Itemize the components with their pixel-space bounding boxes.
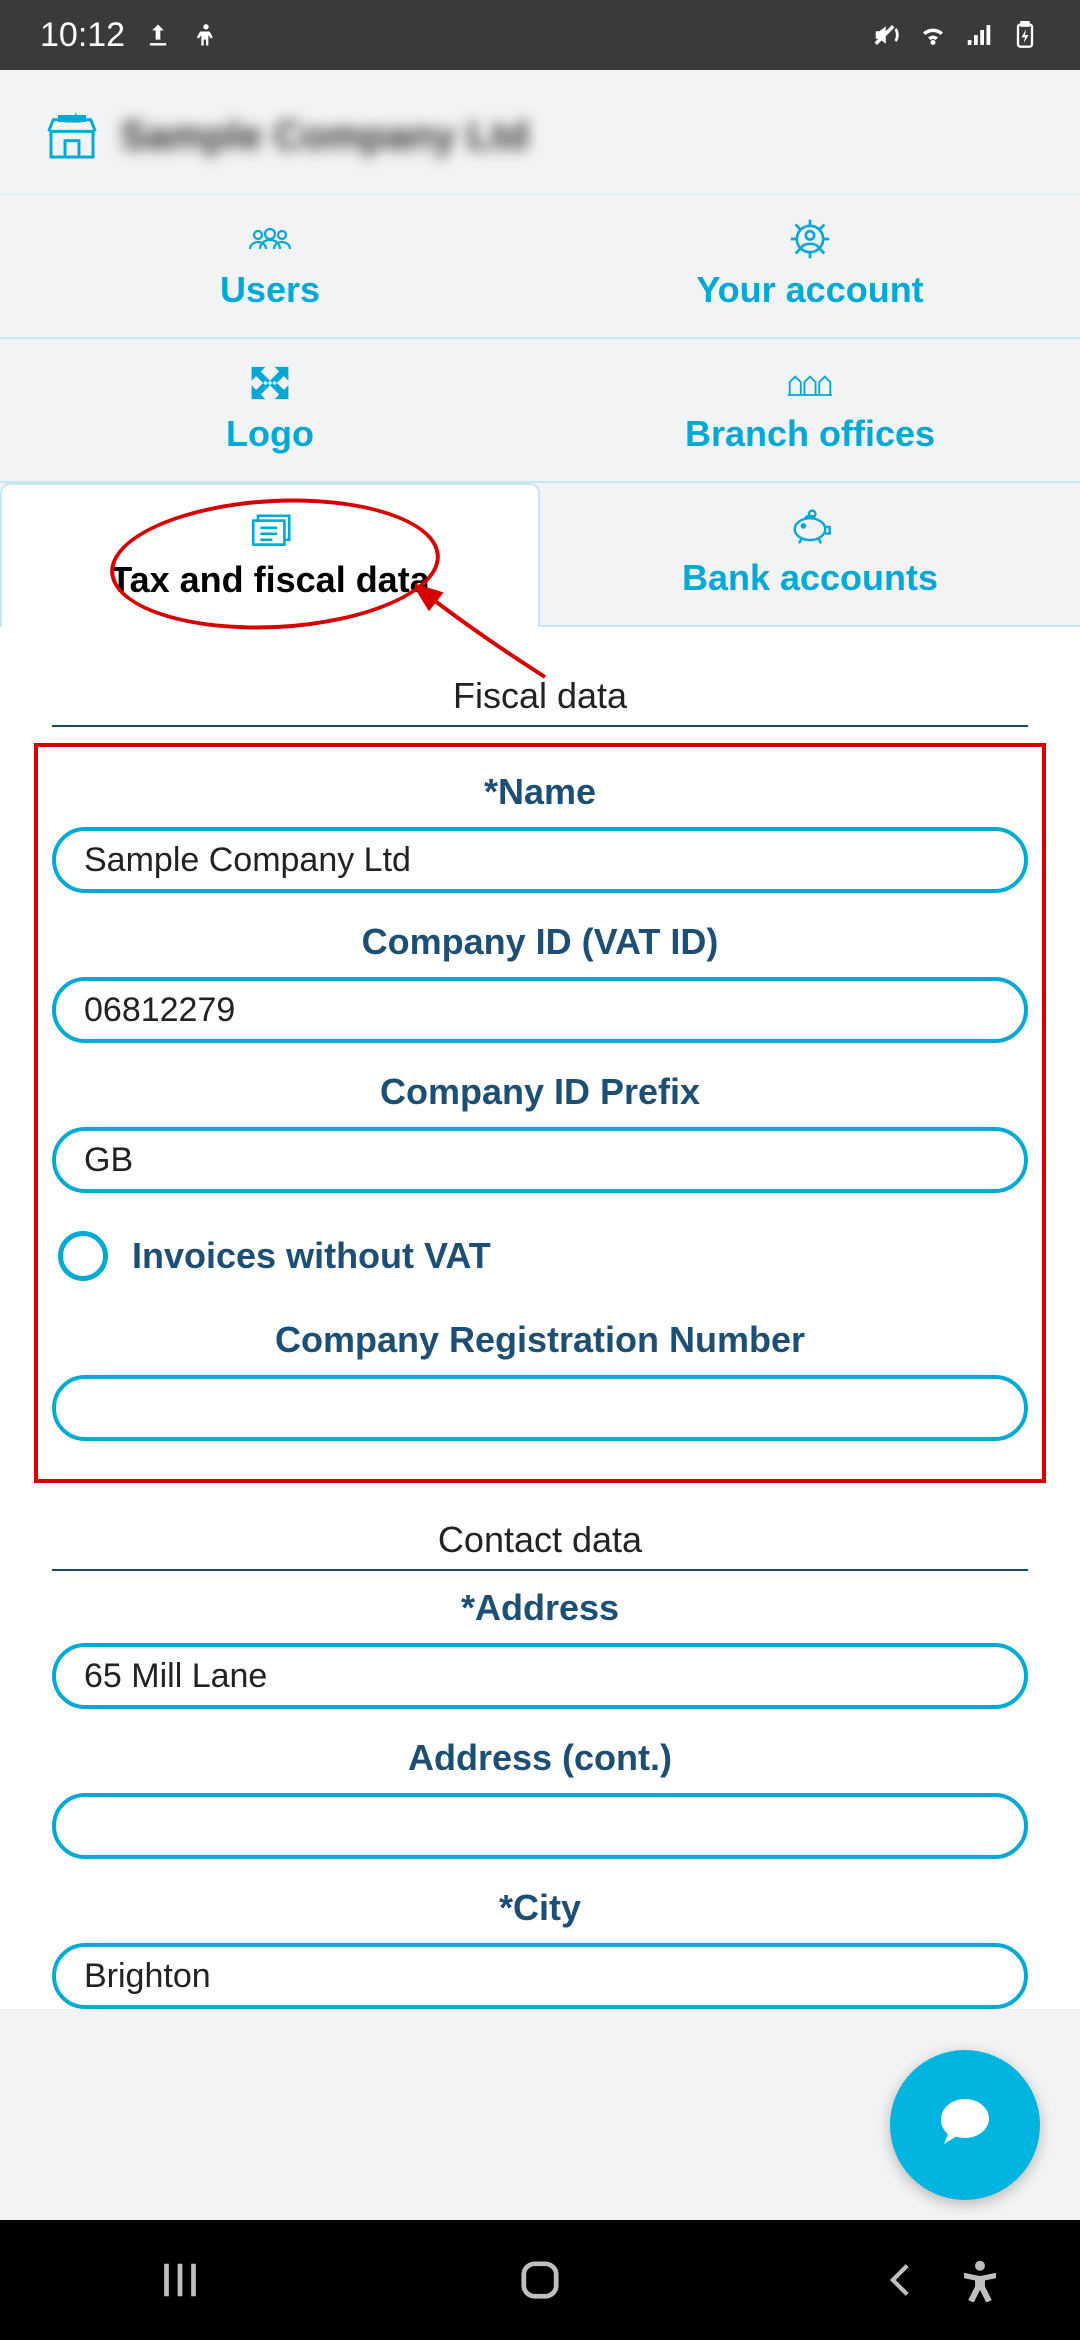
input-company-id-prefix[interactable] [52,1127,1028,1193]
label-name: *Name [52,771,1028,813]
nav-branch-offices-label: Branch offices [685,413,935,455]
label-address: *Address [52,1587,1028,1629]
battery-charging-icon [1010,20,1040,50]
nav-tax-fiscal-label: Tax and fiscal data [110,559,429,601]
nav-tax-fiscal[interactable]: Tax and fiscal data [0,483,540,627]
running-app-icon [191,20,221,50]
nav-logo-label: Logo [226,413,314,455]
nav-logo[interactable]: Logo [0,339,540,483]
label-company-id-prefix: Company ID Prefix [52,1071,1028,1113]
mute-vibrate-icon [872,20,902,50]
input-address-cont[interactable] [52,1793,1028,1859]
buildings-icon [786,363,834,403]
nav-your-account-label: Your account [696,269,923,311]
accessibility-button[interactable] [920,2258,1040,2302]
label-company-id: Company ID (VAT ID) [52,921,1028,963]
status-time: 10:12 [40,16,125,55]
shop-icon: OPEN [44,108,100,164]
nav-branch-offices[interactable]: Branch offices [540,339,1080,483]
recents-button[interactable] [120,2253,240,2307]
main-panel: Fiscal data *Name Company ID (VAT ID) Co… [0,627,1080,2009]
input-address[interactable] [52,1643,1028,1709]
label-company-reg-num: Company Registration Number [52,1319,1028,1361]
users-icon [246,219,294,259]
piggy-bank-icon [786,507,834,547]
nav-bank-accounts[interactable]: Bank accounts [540,483,1080,627]
wifi-icon [918,20,948,50]
chat-icon [929,2087,1001,2164]
svg-text:OPEN: OPEN [64,117,81,123]
label-address-cont: Address (cont.) [52,1737,1028,1779]
section-contact-title: Contact data [52,1501,1028,1571]
company-header: OPEN Sample Company Ltd [0,70,1080,194]
nav-users[interactable]: Users [0,195,540,339]
settings-nav: Users Your account Logo Branch offices T… [0,194,1080,627]
input-name[interactable] [52,827,1028,893]
label-invoices-without-vat: Invoices without VAT [132,1235,491,1277]
nav-your-account[interactable]: Your account [540,195,1080,339]
signal-icon [964,20,994,50]
system-nav-bar [0,2220,1080,2340]
highlight-box: *Name Company ID (VAT ID) Company ID Pre… [34,743,1046,1483]
company-name: Sample Company Ltd [120,114,529,159]
document-icon [246,509,294,549]
section-fiscal-title: Fiscal data [52,657,1028,727]
expand-icon [246,363,294,403]
input-company-id[interactable] [52,977,1028,1043]
home-button[interactable] [480,2253,600,2307]
upload-icon [143,20,173,50]
status-bar: 10:12 [0,0,1080,70]
nav-bank-accounts-label: Bank accounts [682,557,938,599]
input-city[interactable] [52,1943,1028,2009]
chat-fab[interactable] [890,2050,1040,2200]
nav-users-label: Users [220,269,320,311]
gear-user-icon [786,219,834,259]
label-city: *City [52,1887,1028,1929]
input-company-reg-num[interactable] [52,1375,1028,1441]
radio-invoices-without-vat[interactable]: Invoices without VAT [52,1221,1028,1309]
radio-circle-icon [58,1231,108,1281]
